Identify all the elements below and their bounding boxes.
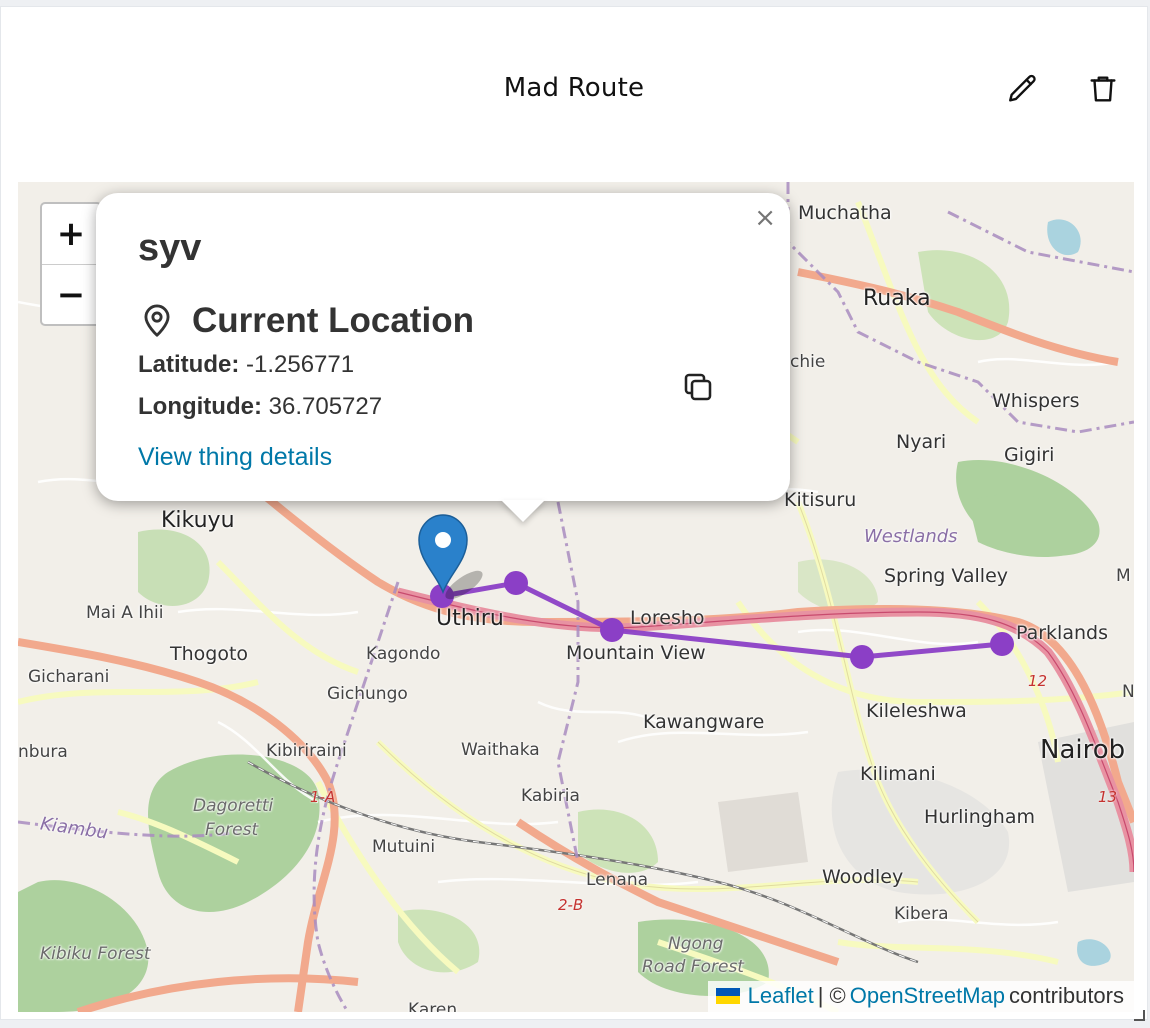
osm-link[interactable]: OpenStreetMap xyxy=(850,983,1005,1009)
map-attribution: Leaflet | © OpenStreetMap contributors xyxy=(707,981,1134,1012)
delete-button[interactable] xyxy=(1083,69,1123,109)
route-card: Mad Route Muchatha Ruaka chie Whispers N… xyxy=(0,6,1148,1020)
copy-icon xyxy=(684,373,712,401)
pencil-icon xyxy=(1009,74,1036,102)
edit-button[interactable] xyxy=(1003,69,1043,109)
route-point[interactable] xyxy=(600,618,624,642)
latitude-row: Latitude: -1.256771 xyxy=(138,351,354,379)
attribution-suffix: contributors xyxy=(1009,983,1124,1008)
copy-coordinates-button[interactable] xyxy=(680,369,716,410)
zoom-out-button[interactable]: − xyxy=(42,264,100,324)
route-title: Mad Route xyxy=(503,73,645,103)
trash-icon xyxy=(1090,76,1116,102)
zoom-in-button[interactable]: + xyxy=(42,204,100,264)
leaflet-link[interactable]: Leaflet xyxy=(748,983,814,1009)
view-details-link[interactable]: View thing details xyxy=(138,443,332,472)
route-point[interactable] xyxy=(850,645,874,669)
longitude-label: Longitude: xyxy=(138,393,262,420)
longitude-row: Longitude: 36.705727 xyxy=(138,393,382,421)
popup-close-button[interactable]: × xyxy=(754,203,776,233)
longitude-value: 36.705727 xyxy=(268,393,383,420)
location-pin-icon xyxy=(144,304,170,337)
zoom-control: + − xyxy=(40,202,102,326)
location-heading: Current Location xyxy=(138,301,474,341)
ukraine-flag-icon xyxy=(715,988,740,1004)
attribution-separator: | © xyxy=(817,983,846,1008)
route-point[interactable] xyxy=(504,571,528,595)
resize-handle-icon[interactable] xyxy=(1132,1008,1146,1022)
location-heading-text: Current Location xyxy=(192,301,474,340)
popup-tip xyxy=(501,500,545,522)
marker-popup: × syv Current Location Latitude: -1.2567… xyxy=(96,193,790,522)
route-line xyxy=(441,580,1003,660)
latitude-value: -1.256771 xyxy=(246,351,355,378)
popup-title: syv xyxy=(138,227,202,269)
route-point[interactable] xyxy=(990,632,1014,656)
map-view[interactable]: Muchatha Ruaka chie Whispers Nyari Gigir… xyxy=(18,182,1134,1012)
latitude-label: Latitude: xyxy=(138,351,240,378)
